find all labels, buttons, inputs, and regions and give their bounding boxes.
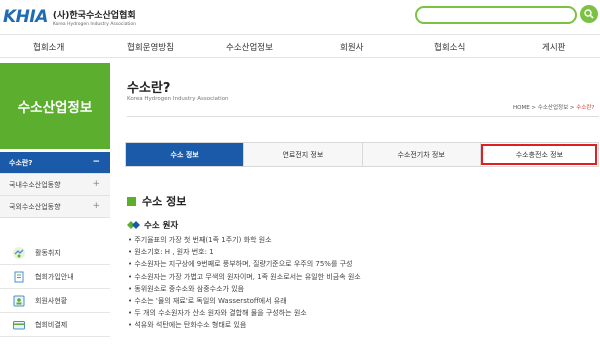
search-box: [415, 6, 577, 24]
list-item: • 석유와 석탄에는 탄화수소 형태로 있음: [128, 321, 247, 330]
search-button[interactable]: [580, 5, 598, 23]
quick-link-label: 협회가입안내: [35, 272, 74, 281]
sidebar-menu: 수소란? − 국내수소산업동향 + 국외수소산업동향 +: [0, 152, 110, 218]
sidebar-item-label: 국외수소산업동향: [9, 202, 61, 211]
content-tabs: 수소 정보 연료전지 정보 수소전기차 정보 수소충전소 정보: [125, 142, 599, 167]
list-item: • 원소기호: H , 원자 번호: 1: [128, 248, 214, 257]
nav-item-board[interactable]: 게시판: [542, 41, 565, 53]
breadcrumb-separator: >: [529, 105, 538, 111]
list-item: • 두 개의 수소원자가 산소 원자와 결합해 물을 구성하는 원소: [128, 309, 307, 318]
handshake-icon: [13, 246, 25, 259]
quick-links: 활동취지 협회가입안내 회원사현황 협회비결제: [0, 241, 110, 337]
tab-hydrogen-info[interactable]: 수소 정보: [126, 143, 244, 166]
section-title: 수소 정보: [142, 195, 187, 208]
logo-text: (사)한국수소산업협회 Korea Hydrogen Industry Asso…: [53, 8, 136, 27]
main-nav: 협회소개 협회운영방침 수소산업정보 회원사 협회소식 게시판: [0, 34, 600, 58]
list-item: • 동위원소로 중수소와 삼중수소가 있음: [128, 284, 245, 293]
list-item: • 주기율표의 가장 첫 번째(1족 1주기) 화학 원소: [128, 236, 272, 244]
logo-subtitle: Korea Hydrogen Industry Association: [52, 21, 136, 27]
hydrogen-facts-list: • 주기율표의 가장 첫 번째(1족 1주기) 화학 원소 • 원소기호: H …: [128, 235, 598, 333]
quick-link-payment[interactable]: 협회비결제: [0, 313, 110, 337]
tab-fuel-cell-info[interactable]: 연료전지 정보: [243, 143, 362, 166]
diamond-bullet-icon: [127, 221, 140, 229]
nav-item-policy[interactable]: 협회운영방침: [127, 41, 174, 53]
collapse-icon: −: [92, 157, 100, 167]
members-icon: [13, 295, 25, 306]
sidebar-banner: 수소산업정보: [0, 63, 110, 149]
square-bullet-icon: [127, 196, 136, 206]
sub-heading: 수소 원자: [127, 219, 178, 231]
page-subtitle: Korea Hydrogen Industry Association: [127, 96, 229, 102]
card-icon: [13, 320, 25, 329]
site-header: KHIA (사)한국수소산업협회 Korea Hydrogen Industry…: [0, 0, 600, 34]
breadcrumb-current: 수소란?: [576, 105, 595, 111]
nav-item-industry-info[interactable]: 수소산업정보: [226, 41, 273, 53]
site-logo[interactable]: KHIA (사)한국수소산업협회 Korea Hydrogen Industry…: [3, 7, 136, 27]
quick-link-label: 활동취지: [35, 248, 61, 257]
title-divider: [127, 116, 599, 117]
tab-charging-station-info[interactable]: 수소충전소 정보: [479, 143, 598, 166]
sidebar-item-domestic-trends[interactable]: 국내수소산업동향 +: [0, 174, 110, 196]
sidebar-banner-title: 수소산업정보: [17, 100, 93, 116]
list-item: • 수소원자는 지구상에 9번째로 풍부하며, 질량기준으로 우주의 75%를 …: [128, 260, 353, 269]
page-title: 수소란?: [127, 81, 171, 96]
quick-link-label: 협회비결제: [35, 320, 68, 329]
nav-item-members[interactable]: 회원사: [340, 41, 363, 53]
logo-title: (사)한국수소산업협회: [52, 10, 136, 21]
expand-icon: +: [92, 179, 100, 189]
quick-link-label: 회원사현황: [35, 296, 68, 305]
breadcrumb: HOME > 수소산업정보 > 수소란?: [513, 103, 594, 111]
sidebar-item-what-is-hydrogen[interactable]: 수소란? −: [0, 152, 110, 174]
expand-icon: +: [92, 201, 100, 211]
nav-item-news[interactable]: 협회소식: [434, 41, 465, 53]
sub-title: 수소 원자: [144, 221, 179, 231]
sidebar-item-overseas-trends[interactable]: 국외수소산업동향 +: [0, 196, 110, 218]
nav-item-about[interactable]: 협회소개: [33, 41, 64, 53]
quick-link-members[interactable]: 회원사현황: [0, 289, 110, 313]
sidebar-item-label: 국내수소산업동향: [9, 180, 61, 189]
sidebar-item-label: 수소란?: [9, 158, 33, 167]
section-heading: 수소 정보: [127, 193, 186, 209]
breadcrumb-home[interactable]: HOME: [513, 105, 530, 111]
logo-mark: KHIA: [3, 7, 48, 27]
tab-hydrogen-vehicle-info[interactable]: 수소전기차 정보: [361, 143, 480, 166]
document-icon: [14, 271, 24, 282]
quick-link-join[interactable]: 협회가입안내: [0, 265, 110, 289]
search-icon: [584, 9, 594, 19]
list-item: • 수소원자는 가장 가볍고 무색의 원자이며, 1족 원소로서는 유일한 비금…: [128, 272, 361, 281]
breadcrumb-parent[interactable]: 수소산업정보: [538, 105, 568, 111]
list-item: • 수소는 '물의 재료'로 독일의 Wasserstoff에서 유래: [128, 296, 287, 305]
quick-link-purpose[interactable]: 활동취지: [0, 241, 110, 265]
search-input[interactable]: [417, 8, 575, 22]
